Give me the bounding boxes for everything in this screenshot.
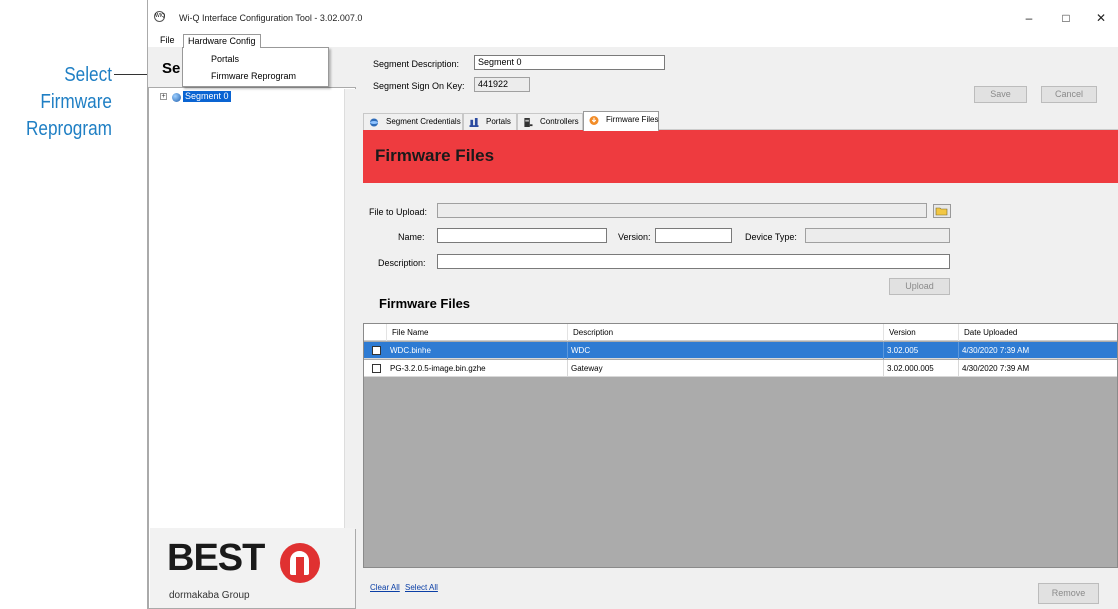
logo-wordmark: BEST [167,537,265,579]
firmware-files-table[interactable]: File Name Description Version Date Uploa… [363,323,1118,568]
table-row[interactable]: PG-3.2.0.5-image.bin.gzhe Gateway 3.02.0… [364,360,1117,377]
device-type-field[interactable] [805,228,950,243]
tab-portals[interactable]: Portals [463,113,517,130]
segment-description-field[interactable]: Segment 0 [474,55,665,70]
tree-expand-icon[interactable]: + [160,93,167,100]
name-label: Name: [398,232,425,242]
clear-all-link[interactable]: Clear All [370,583,400,592]
logo-subtext: dormakaba Group [169,590,250,601]
controller-icon [524,118,533,127]
tab-label: Segment Credentials [386,117,461,126]
app-icon: WIQ [154,11,165,22]
menu-item-portals[interactable]: Portals [183,51,328,67]
save-button[interactable]: Save [974,86,1027,103]
segment-description-label: Segment Description: [373,59,460,69]
globe-icon [369,118,379,127]
column-header[interactable]: Version [884,324,959,341]
upload-button[interactable]: Upload [889,278,950,295]
tab-controllers[interactable]: Controllers [517,113,583,130]
cell-date: 4/30/2020 7:39 AM [962,364,1030,373]
cell-version: 3.02.000.005 [884,360,959,377]
device-type-label: Device Type: [745,232,797,242]
firmware-icon [589,116,599,125]
title-bar: WIQ Wi-Q Interface Configuration Tool - … [148,0,1118,33]
tab-label: Controllers [540,117,579,126]
menu-file[interactable]: File [156,34,179,48]
cell-file-name: WDC.binhe [387,342,568,359]
menu-item-firmware-reprogram[interactable]: Firmware Reprogram [183,68,328,84]
table-row[interactable]: WDC.binhe WDC 3.02.005 4/30/2020 7:39 AM [364,342,1117,359]
window-title: Wi-Q Interface Configuration Tool - 3.02… [179,13,363,23]
tab-label: Firmware Files [606,115,659,124]
app-window: WIQ Wi-Q Interface Configuration Tool - … [147,0,1118,609]
logo-mark-icon [280,543,320,583]
minimize-button[interactable]: – [1019,9,1039,27]
cell-version: 3.02.005 [884,342,959,359]
tree-node-segment[interactable]: Segment 0 [183,91,231,102]
table-header: File Name Description Version Date Uploa… [364,324,1117,341]
cell-description: Gateway [568,360,884,377]
column-header[interactable]: Description [568,324,884,341]
segment-signon-field[interactable]: 441922 [474,77,530,92]
tab-label: Portals [486,117,511,126]
row-checkbox[interactable] [372,364,381,373]
cell-description: WDC [568,342,884,359]
name-field[interactable] [437,228,607,243]
segment-signon-label: Segment Sign On Key: [373,81,465,91]
remove-button[interactable]: Remove [1038,583,1099,604]
version-field[interactable] [655,228,732,243]
cell-file-name: PG-3.2.0.5-image.bin.gzhe [387,360,568,377]
tab-strip: Segment Credentials Portals Controllers … [363,111,1118,131]
tab-firmware-files[interactable]: Firmware Files [583,111,659,131]
column-header[interactable]: Date Uploaded [959,324,1117,341]
tree-scrollbar[interactable] [344,89,356,529]
firmware-banner: Firmware Files [363,130,1118,183]
menu-bar: File Hardware Config [148,33,1118,48]
segment-tree[interactable]: + Segment 0 BEST dormakaba Group [148,87,356,609]
file-to-upload-label: File to Upload: [369,207,428,217]
cancel-button[interactable]: Cancel [1041,86,1097,103]
column-header[interactable]: File Name [387,324,568,341]
banner-title: Firmware Files [375,146,495,165]
globe-icon [172,93,181,102]
annotation-line: Firmware [40,91,113,113]
menu-hardware-config[interactable]: Hardware Config [183,34,261,48]
maximize-button[interactable]: □ [1056,9,1076,27]
table-header-check [364,324,387,341]
portals-icon [469,118,479,127]
left-panel-heading: Se [162,60,181,77]
row-checkbox[interactable] [372,346,381,355]
version-label: Version: [618,232,651,242]
select-all-link[interactable]: Select All [405,583,438,592]
browse-folder-icon[interactable] [933,204,951,218]
hardware-config-dropdown: Portals Firmware Reprogram [182,47,329,87]
description-field[interactable] [437,254,950,269]
tab-segment-credentials[interactable]: Segment Credentials [363,113,463,130]
annotation-line: Reprogram [25,118,113,140]
file-to-upload-field[interactable] [437,203,927,218]
annotation-callout: Select Firmware Reprogram [16,62,112,143]
brand-logo: BEST dormakaba Group [150,528,355,608]
firmware-files-title: Firmware Files [379,296,471,311]
close-button[interactable]: ✕ [1091,9,1111,27]
annotation-line: Select [64,64,112,86]
description-label: Description: [378,258,426,268]
cell-date: 4/30/2020 7:39 AM [962,346,1030,355]
